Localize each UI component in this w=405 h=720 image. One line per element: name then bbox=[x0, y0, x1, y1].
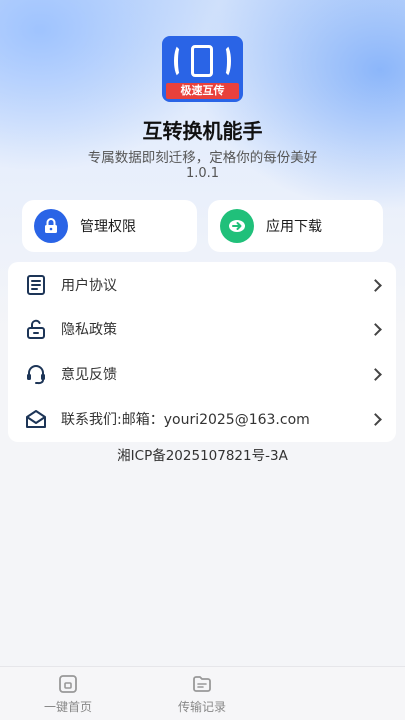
app-download-button[interactable]: 应用下载 bbox=[208, 200, 383, 252]
tab-label: 传输记录 bbox=[177, 700, 226, 714]
tab-home[interactable]: 一键首页 bbox=[23, 673, 113, 715]
logo-text: 极速互传 bbox=[166, 83, 239, 99]
app-download-label: 应用下载 bbox=[266, 219, 322, 235]
app-version: 1.0.1 bbox=[185, 166, 220, 181]
headset-icon bbox=[22, 360, 50, 388]
manage-permissions-label: 管理权限 bbox=[80, 219, 136, 235]
tab-label: 一键首页 bbox=[43, 700, 92, 714]
logo-left-bracket bbox=[174, 44, 186, 78]
menu-item-label: 用户协议 bbox=[61, 278, 117, 294]
download-icon bbox=[220, 209, 254, 243]
manage-permissions-button[interactable]: 管理权限 bbox=[22, 200, 197, 252]
menu-item-user-agreement[interactable]: 用户协议 bbox=[8, 263, 396, 307]
menu-item-label: 联系我们:邮箱：youri2025@163.com bbox=[61, 412, 310, 428]
phone-icon bbox=[191, 45, 213, 77]
chevron-right-icon bbox=[369, 278, 382, 292]
menu-item-contact-us[interactable]: 联系我们:邮箱：youri2025@163.com bbox=[8, 397, 396, 441]
app-subtitle: 专属数据即刻迁移，定格你的每份美好 bbox=[87, 150, 318, 166]
menu-item-label: 隐私政策 bbox=[61, 322, 117, 338]
chevron-right-icon bbox=[369, 367, 382, 381]
chevron-right-icon bbox=[369, 322, 382, 336]
about-page: 极速互传 互转换机能手 专属数据即刻迁移，定格你的每份美好 1.0.1 管理权限… bbox=[0, 0, 405, 720]
settings-menu-list: 用户协议 隐私政策 意见反馈 联系我们:邮箱：youri2025@163.com bbox=[8, 262, 396, 442]
menu-item-label: 意见反馈 bbox=[61, 367, 117, 383]
icp-registration: 湘ICP备2025107821号-3A bbox=[117, 448, 288, 464]
chevron-right-icon bbox=[369, 412, 382, 426]
lock-icon bbox=[34, 209, 68, 243]
app-title: 互转换机能手 bbox=[142, 119, 263, 143]
logo-right-bracket bbox=[219, 44, 231, 78]
menu-item-privacy-policy[interactable]: 隐私政策 bbox=[8, 307, 396, 351]
tab-transfer-records[interactable]: 传输记录 bbox=[157, 673, 247, 715]
mail-icon bbox=[22, 405, 50, 433]
unlock-icon bbox=[22, 315, 50, 343]
bottom-tab-bar: 一键首页 传输记录 bbox=[0, 666, 405, 720]
document-icon bbox=[22, 271, 50, 299]
home-icon bbox=[59, 675, 77, 693]
folder-icon bbox=[193, 676, 211, 692]
menu-item-feedback[interactable]: 意见反馈 bbox=[8, 352, 396, 396]
app-logo: 极速互传 bbox=[162, 36, 243, 102]
